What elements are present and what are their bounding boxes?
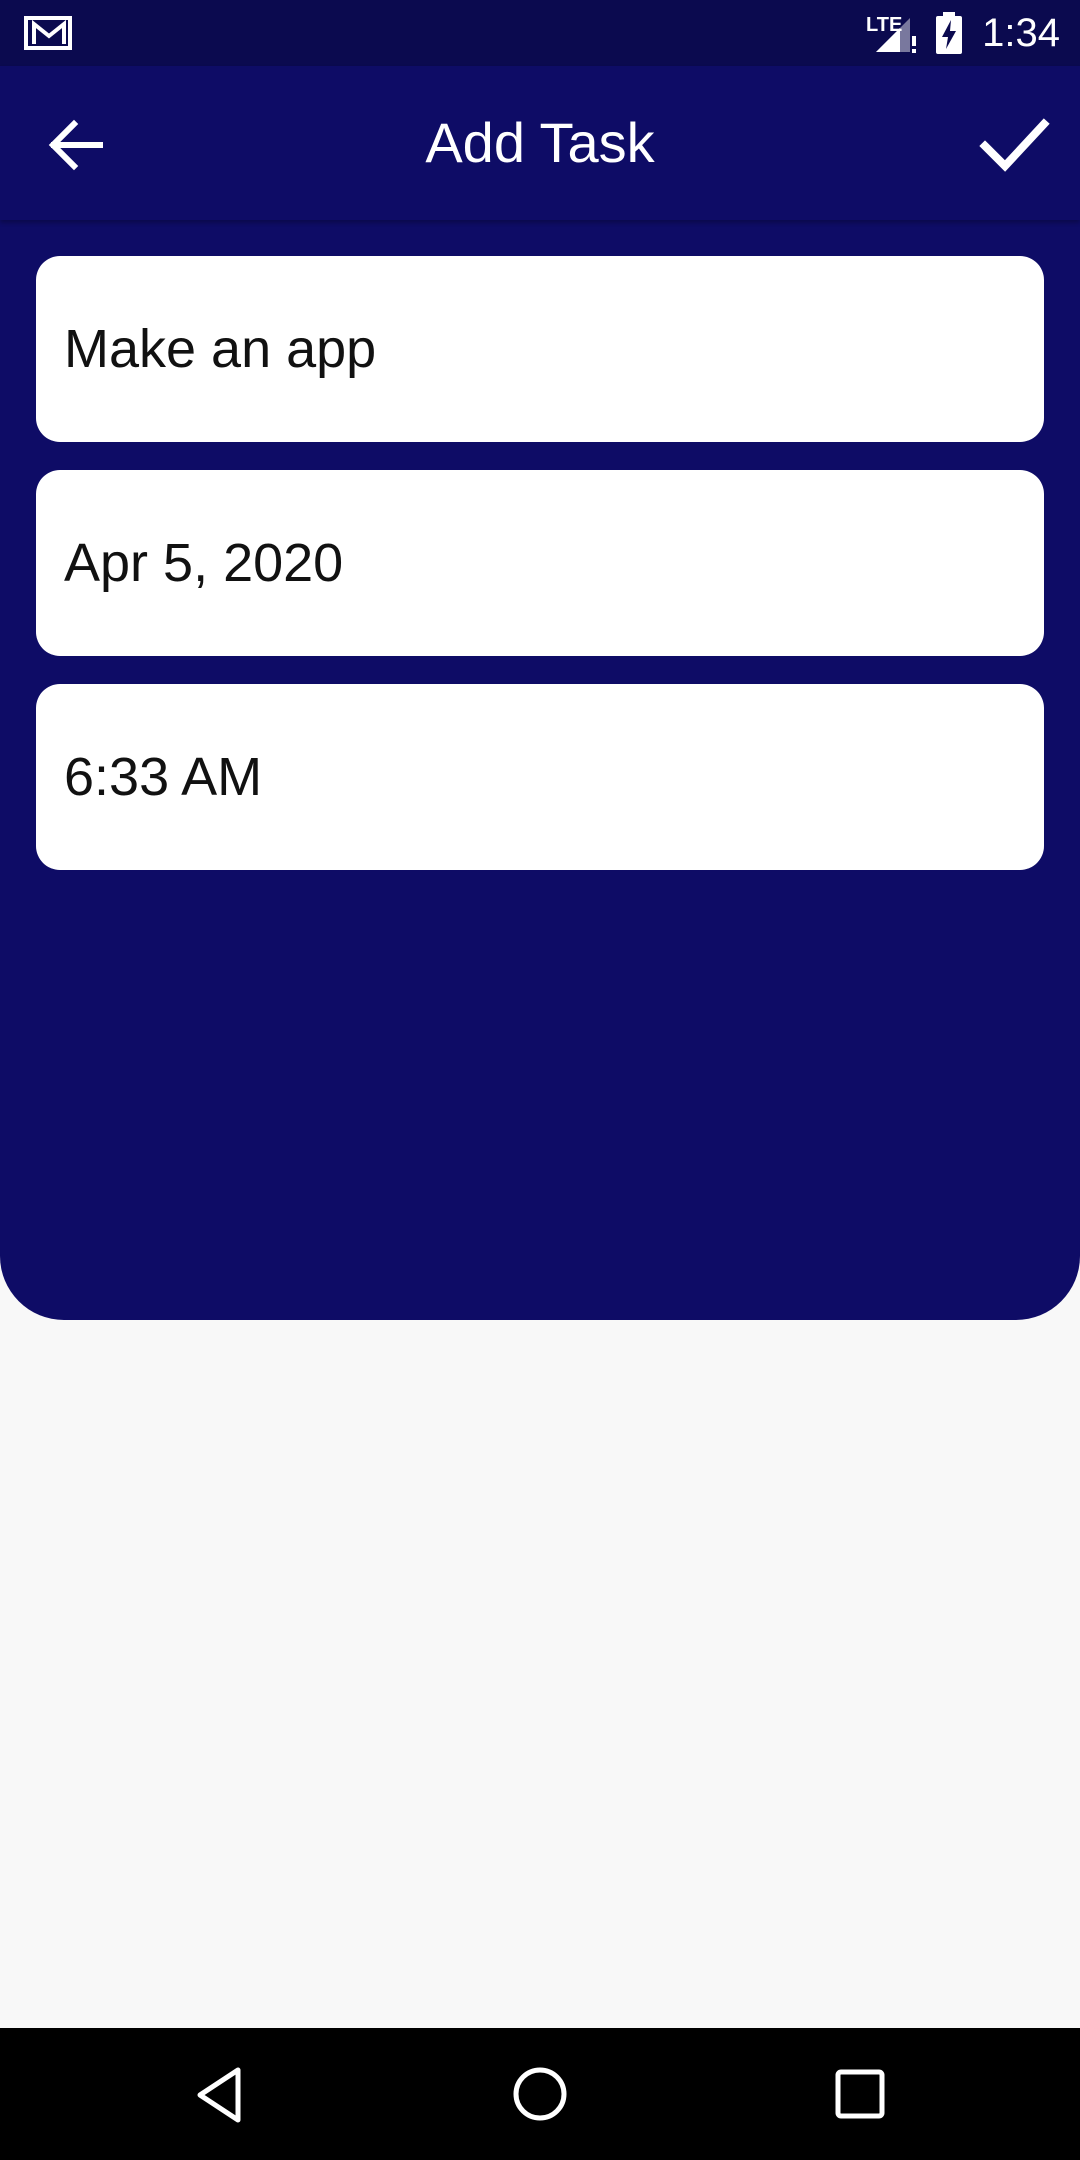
nav-recents-icon[interactable] <box>834 2068 888 2122</box>
battery-charging-icon <box>936 12 962 54</box>
nav-back-icon[interactable] <box>190 2064 250 2126</box>
task-form-panel: Add Task Make an app Apr 5, 2020 6:33 AM <box>0 66 1080 1320</box>
time-field[interactable]: 6:33 AM <box>36 684 1044 870</box>
signal-icon <box>876 18 916 53</box>
app-bar: Add Task <box>0 66 1080 220</box>
back-button[interactable] <box>38 112 118 178</box>
navigation-bar <box>0 2028 1080 2160</box>
date-field[interactable]: Apr 5, 2020 <box>36 470 1044 656</box>
status-bar: LTE 1:34 <box>0 0 1080 66</box>
check-icon <box>979 118 1050 172</box>
task-name-field[interactable]: Make an app <box>36 256 1044 442</box>
status-time: 1:34 <box>982 11 1060 55</box>
arrow-back-icon <box>48 119 103 171</box>
save-task-button[interactable] <box>970 106 1060 182</box>
gmail-icon <box>24 16 72 50</box>
page-title: Add Task <box>425 111 655 174</box>
nav-home-icon[interactable] <box>510 2064 570 2124</box>
